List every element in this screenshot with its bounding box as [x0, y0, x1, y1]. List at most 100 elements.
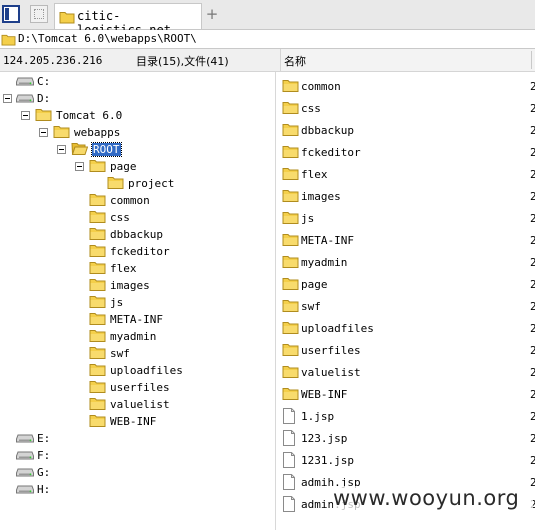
tree-node-root[interactable]: ROOT: [0, 141, 270, 157]
file-row[interactable]: common 2: [280, 76, 535, 96]
tree-node-label[interactable]: project: [128, 177, 174, 190]
tree-node-label[interactable]: flex: [110, 262, 137, 275]
collapse-icon[interactable]: [21, 111, 30, 120]
file-name[interactable]: META-INF: [301, 234, 354, 247]
tree-node-label[interactable]: fckeditor: [110, 245, 170, 258]
tree-node-drive-f[interactable]: F:: [0, 447, 270, 463]
file-name[interactable]: js: [301, 212, 314, 225]
tree-node-label[interactable]: D:: [37, 92, 50, 105]
tree-node-page[interactable]: page: [0, 158, 270, 174]
tree-node-css[interactable]: css: [0, 209, 270, 225]
tree-node-web-inf[interactable]: WEB-INF: [0, 413, 270, 429]
file-row[interactable]: swf 2: [280, 296, 535, 316]
tree-node-flex[interactable]: flex: [0, 260, 270, 276]
file-row[interactable]: 1.jsp 2: [280, 406, 535, 426]
file-row[interactable]: dbbackup 2: [280, 120, 535, 140]
file-name[interactable]: uploadfiles: [301, 322, 374, 335]
tree-node-fckeditor[interactable]: fckeditor: [0, 243, 270, 259]
tree-node-drive-c[interactable]: C:: [0, 73, 270, 89]
tree-node-label[interactable]: common: [110, 194, 150, 207]
tree-node-drive-e[interactable]: E:: [0, 430, 270, 446]
file-row[interactable]: 1231.jsp 2: [280, 450, 535, 470]
tree-node-common[interactable]: common: [0, 192, 270, 208]
tree-node-userfiles[interactable]: userfiles: [0, 379, 270, 395]
file-name[interactable]: images: [301, 190, 341, 203]
file-row[interactable]: myadmin 2: [280, 252, 535, 272]
column-name-header[interactable]: 名称: [284, 53, 306, 69]
tree-node-label[interactable]: js: [110, 296, 123, 309]
tree-node-js[interactable]: js: [0, 294, 270, 310]
file-row[interactable]: page 2: [280, 274, 535, 294]
tree-node-valuelist[interactable]: valuelist: [0, 396, 270, 412]
tree-node-label[interactable]: webapps: [74, 126, 120, 139]
file-name[interactable]: flex: [301, 168, 328, 181]
tree-node-label[interactable]: page: [110, 160, 137, 173]
tree-node-dbbackup[interactable]: dbbackup: [0, 226, 270, 242]
file-row[interactable]: valuelist 2: [280, 362, 535, 382]
collapse-icon[interactable]: [75, 162, 84, 171]
tree-node-label[interactable]: G:: [37, 466, 50, 479]
file-row[interactable]: css 2: [280, 98, 535, 118]
tree-node-label[interactable]: ROOT: [91, 142, 122, 157]
file-name[interactable]: 1231.jsp: [301, 454, 354, 467]
tree-node-label[interactable]: C:: [37, 75, 50, 88]
blank-tab-icon[interactable]: [30, 5, 48, 23]
tree-node-webapps[interactable]: webapps: [0, 124, 270, 140]
collapse-icon[interactable]: [57, 145, 66, 154]
tree-node-swf[interactable]: swf: [0, 345, 270, 361]
tree-node-label[interactable]: myadmin: [110, 330, 156, 343]
file-row[interactable]: userfiles 2: [280, 340, 535, 360]
new-tab-button[interactable]: +: [205, 5, 219, 23]
tree-node-drive-g[interactable]: G:: [0, 464, 270, 480]
tree-node-label[interactable]: images: [110, 279, 150, 292]
tree-node-label[interactable]: Tomcat 6.0: [56, 109, 122, 122]
tree-node-label[interactable]: E:: [37, 432, 50, 445]
collapse-icon[interactable]: [39, 128, 48, 137]
tree-node-label[interactable]: WEB-INF: [110, 415, 156, 428]
tree-node-label[interactable]: css: [110, 211, 130, 224]
tree-node-meta-inf[interactable]: META-INF: [0, 311, 270, 327]
tree-node-label[interactable]: dbbackup: [110, 228, 163, 241]
file-name[interactable]: 123.jsp: [301, 432, 347, 445]
file-name[interactable]: page: [301, 278, 328, 291]
collapse-icon[interactable]: [3, 94, 12, 103]
file-name[interactable]: myadmin: [301, 256, 347, 269]
file-row[interactable]: 123.jsp 2: [280, 428, 535, 448]
tree-node-label[interactable]: H:: [37, 483, 50, 496]
file-name[interactable]: swf: [301, 300, 321, 313]
path-text[interactable]: D:\Tomcat 6.0\webapps\ROOT\: [18, 32, 197, 45]
tree-node-project[interactable]: project: [0, 175, 270, 191]
tree-node-tomcat[interactable]: Tomcat 6.0: [0, 107, 270, 123]
tree-node-drive-h[interactable]: H:: [0, 481, 270, 497]
tree-node-label[interactable]: F:: [37, 449, 50, 462]
tab-site[interactable]: citic-logistics.net: [54, 3, 202, 37]
pane-divider[interactable]: [275, 72, 276, 530]
path-bar[interactable]: D:\Tomcat 6.0\webapps\ROOT\: [0, 30, 535, 49]
tree-node-label[interactable]: META-INF: [110, 313, 163, 326]
column-separator[interactable]: [531, 51, 532, 69]
file-name[interactable]: common: [301, 80, 341, 93]
file-row[interactable]: META-INF 2: [280, 230, 535, 250]
file-row[interactable]: images 2: [280, 186, 535, 206]
file-name[interactable]: 1.jsp: [301, 410, 334, 423]
file-name[interactable]: fckeditor: [301, 146, 361, 159]
tree-node-uploadfiles[interactable]: uploadfiles: [0, 362, 270, 378]
file-row[interactable]: flex 2: [280, 164, 535, 184]
tree-node-label[interactable]: valuelist: [110, 398, 170, 411]
tree-node-label[interactable]: swf: [110, 347, 130, 360]
file-row[interactable]: WEB-INF 2: [280, 384, 535, 404]
panel-toggle-icon[interactable]: [2, 5, 20, 23]
file-name[interactable]: userfiles: [301, 344, 361, 357]
file-name[interactable]: valuelist: [301, 366, 361, 379]
file-name[interactable]: css: [301, 102, 321, 115]
tree-node-images[interactable]: images: [0, 277, 270, 293]
file-row[interactable]: js 2: [280, 208, 535, 228]
file-row[interactable]: fckeditor 2: [280, 142, 535, 162]
file-name[interactable]: WEB-INF: [301, 388, 347, 401]
tree-node-label[interactable]: uploadfiles: [110, 364, 183, 377]
tree-node-label[interactable]: userfiles: [110, 381, 170, 394]
file-row[interactable]: uploadfiles 2: [280, 318, 535, 338]
file-name[interactable]: dbbackup: [301, 124, 354, 137]
tree-node-drive-d[interactable]: D:: [0, 90, 270, 106]
tree-node-myadmin[interactable]: myadmin: [0, 328, 270, 344]
